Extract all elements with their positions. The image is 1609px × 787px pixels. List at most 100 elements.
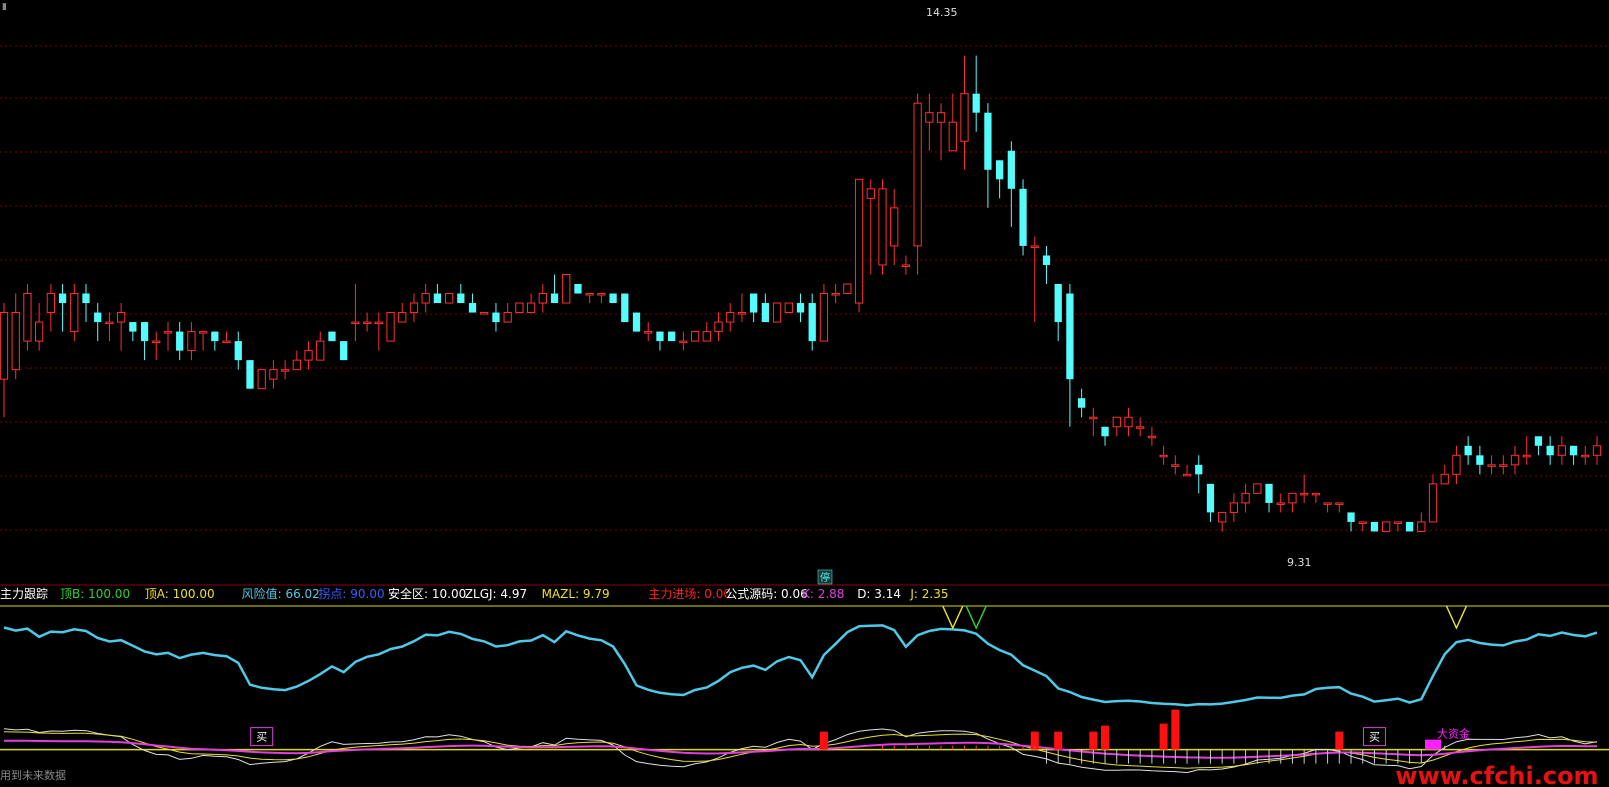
candle-body <box>995 160 1004 180</box>
candle-body <box>597 293 606 296</box>
stock-chart[interactable]: 14.35 9.31 停 主力跟踪 顶B: 100.00 顶A: 100.00 风险值… <box>0 0 1609 787</box>
candle-body <box>960 93 969 142</box>
candle-body <box>316 340 325 361</box>
candle-body <box>843 283 852 295</box>
candle-body <box>35 321 44 342</box>
candle-body <box>421 293 430 304</box>
candle-body <box>468 303 477 313</box>
candle-body <box>972 93 980 113</box>
candle-body <box>222 340 231 344</box>
candle-body <box>796 303 805 313</box>
candle-body <box>1066 293 1074 380</box>
candle-body <box>1042 255 1051 265</box>
candle-body <box>1276 502 1285 505</box>
candle-body <box>444 293 454 304</box>
candle-body <box>70 293 79 333</box>
candle-body <box>1241 492 1250 504</box>
candle-body <box>690 331 700 342</box>
candle-body <box>1089 416 1098 420</box>
candle-body <box>1417 521 1426 532</box>
candle-body <box>46 293 55 314</box>
candle-body <box>1382 521 1391 532</box>
candle-body <box>94 312 102 323</box>
candle-body <box>503 312 512 323</box>
candle-body <box>550 293 559 304</box>
candle-body <box>187 331 196 352</box>
low-price-label: 9.31 <box>1287 556 1312 569</box>
fund-entry-bar <box>1171 709 1180 750</box>
candle-body <box>11 312 20 371</box>
candle-body <box>1522 454 1531 458</box>
price-grid <box>0 45 1609 531</box>
legend-item: D: 3.14 <box>857 587 901 601</box>
candle-body <box>761 303 769 323</box>
candle-body <box>772 302 782 323</box>
candle-body <box>562 273 571 304</box>
candle-body <box>621 293 629 323</box>
candle-body <box>198 331 208 334</box>
future-data-note: 用到未来数据 <box>0 768 66 782</box>
top-signal <box>942 605 964 630</box>
candle-body <box>1440 473 1449 485</box>
candle-body <box>750 293 758 313</box>
candle-body <box>140 322 149 342</box>
candle-body <box>211 331 219 342</box>
price-annotations: 14.35 9.31 停 <box>817 6 1312 585</box>
fund-entry-bar <box>1335 731 1344 750</box>
candle-body <box>1393 521 1403 524</box>
candlestick-series <box>0 55 1602 532</box>
candle-body <box>398 312 407 323</box>
top-signal <box>965 605 987 630</box>
candle-body <box>538 293 547 304</box>
legend-item: 安全区: 10.00 <box>388 586 466 601</box>
candle-body <box>1557 445 1566 456</box>
candle-body <box>433 293 442 304</box>
candle-body <box>1136 426 1145 429</box>
candle-body <box>1452 454 1461 475</box>
candle-body <box>1476 455 1484 465</box>
candle-body <box>831 293 840 296</box>
candle-body <box>1405 521 1414 532</box>
candle-body <box>925 112 934 123</box>
candle-body <box>246 360 254 389</box>
funds-marker <box>1425 739 1442 750</box>
candle-body <box>1218 511 1227 523</box>
indicator-pane: 买 买 大资金 <box>0 605 1609 774</box>
candle-body <box>808 303 816 342</box>
candle-body <box>948 121 957 152</box>
candle-body <box>1534 436 1543 446</box>
candle-body <box>1101 426 1109 437</box>
candle-body <box>386 312 395 342</box>
high-price-label: 14.35 <box>926 6 958 19</box>
candle-body <box>656 331 664 342</box>
candle-body <box>480 312 489 315</box>
legend-item: 顶A: 100.00 <box>145 587 215 601</box>
legend-item: 顶B: 100.00 <box>60 587 130 601</box>
candle-body <box>1592 445 1602 456</box>
candle-body <box>1464 445 1472 456</box>
candle-body <box>1358 521 1367 524</box>
candle-body <box>374 321 383 325</box>
candle-body <box>1288 492 1297 504</box>
candle-body <box>644 331 653 334</box>
candle-body <box>609 293 617 304</box>
candle-body <box>280 369 290 372</box>
candle-body <box>117 312 126 323</box>
candle-body <box>152 340 161 344</box>
candle-body <box>82 293 90 304</box>
candle-body <box>1487 464 1496 467</box>
candle-body <box>23 293 32 342</box>
candle-body <box>702 331 711 342</box>
candle-body <box>1428 483 1438 523</box>
candle-body <box>1265 483 1273 503</box>
candle-body <box>984 112 992 170</box>
risk-line <box>3 624 1598 707</box>
legend-item: 拐点: 90.00 <box>318 586 384 601</box>
candle-body <box>632 312 641 332</box>
candle-body <box>409 302 419 314</box>
legend-item: 风险值: 66.02 <box>242 586 320 601</box>
candle-body <box>58 293 67 304</box>
candle-body <box>585 293 594 296</box>
candle-body <box>714 321 723 333</box>
buy-label: 买 <box>1369 731 1380 744</box>
